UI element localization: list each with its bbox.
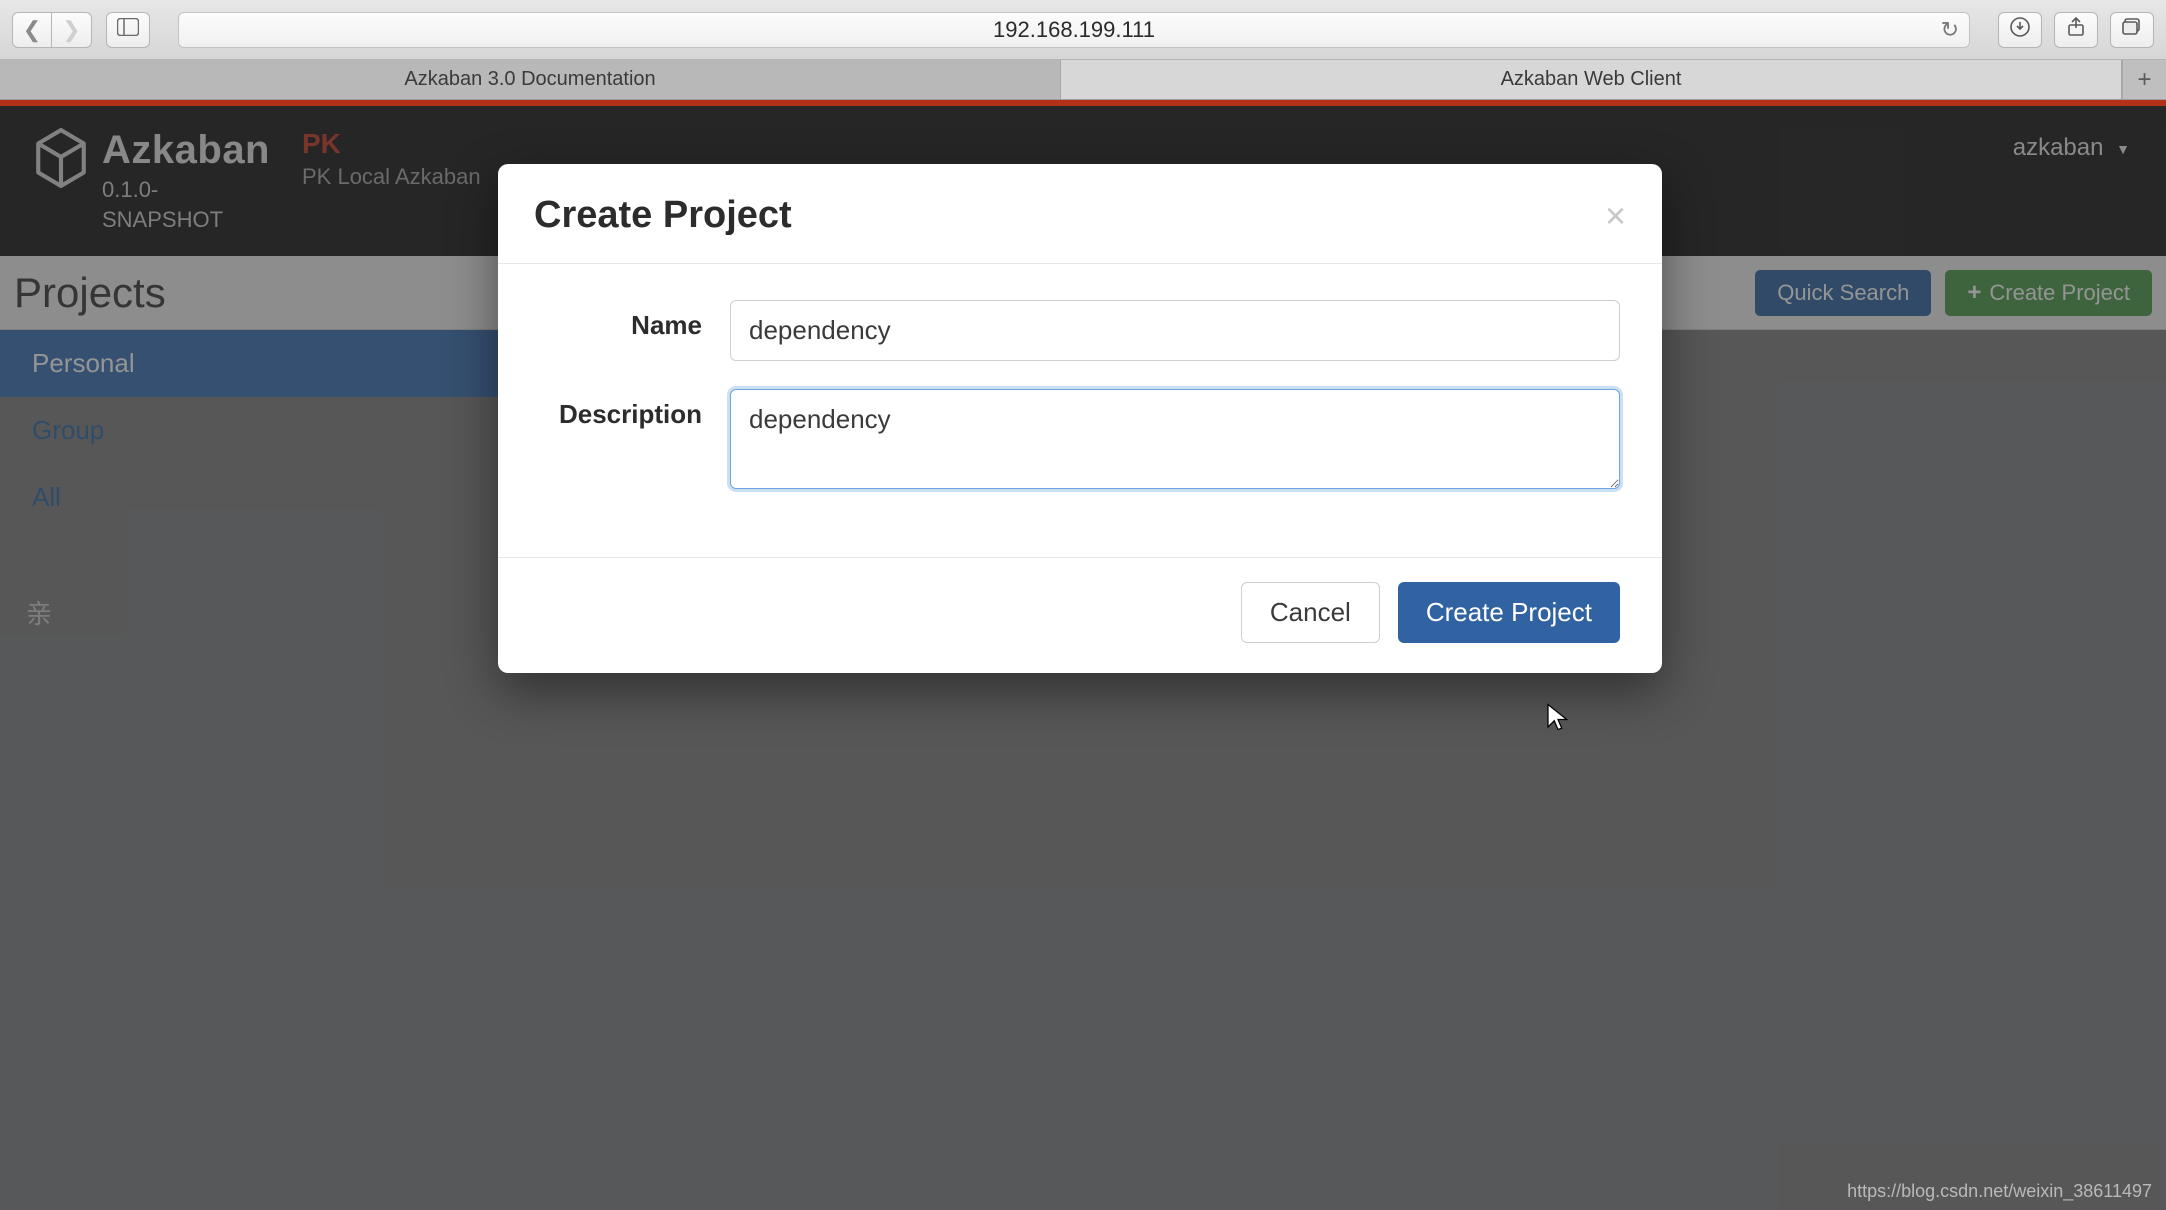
modal-footer: Cancel Create Project — [498, 557, 1662, 673]
share-button[interactable] — [2054, 12, 2098, 48]
nav-button-group: ❮ ❯ — [12, 12, 92, 48]
button-label: Cancel — [1270, 597, 1351, 627]
button-label: Create Project — [1426, 597, 1592, 627]
create-project-modal: Create Project × Name Description depend… — [498, 164, 1662, 673]
reload-icon: ↻ — [1941, 17, 1959, 42]
tab-label: Azkaban 3.0 Documentation — [404, 68, 655, 91]
name-label: Name — [540, 300, 730, 341]
browser-tab-docs[interactable]: Azkaban 3.0 Documentation — [0, 60, 1061, 99]
tabs-icon — [2122, 18, 2142, 42]
modal-body: Name Description dependency — [498, 264, 1662, 557]
reload-button[interactable]: ↻ — [1941, 17, 1959, 43]
description-label: Description — [540, 389, 730, 430]
tabs-button[interactable] — [2110, 12, 2154, 48]
modal-title: Create Project — [534, 194, 792, 237]
back-button[interactable]: ❮ — [12, 12, 52, 48]
close-icon: × — [1605, 195, 1626, 236]
download-icon — [2010, 17, 2030, 43]
chevron-right-icon: ❯ — [62, 17, 80, 43]
cancel-button[interactable]: Cancel — [1241, 582, 1380, 643]
modal-header: Create Project × — [498, 164, 1662, 264]
browser-tab-bar: Azkaban 3.0 Documentation Azkaban Web Cl… — [0, 60, 2166, 100]
form-row-description: Description dependency — [540, 389, 1620, 489]
sidebar-icon — [117, 18, 139, 41]
tab-label: Azkaban Web Client — [1501, 68, 1682, 91]
browser-right-buttons — [1998, 12, 2154, 48]
share-icon — [2067, 17, 2085, 43]
sidebar-toggle-button[interactable] — [106, 12, 150, 48]
browser-toolbar: ❮ ❯ 192.168.199.111 ↻ — [0, 0, 2166, 60]
footer-watermark-url: https://blog.csdn.net/weixin_38611497 — [1847, 1181, 2152, 1202]
chevron-left-icon: ❮ — [23, 17, 41, 43]
url-text: 192.168.199.111 — [993, 17, 1155, 43]
new-tab-button[interactable]: + — [2122, 60, 2166, 99]
url-bar[interactable]: 192.168.199.111 ↻ — [178, 12, 1970, 48]
browser-tab-webclient[interactable]: Azkaban Web Client — [1061, 60, 2122, 99]
name-input[interactable] — [730, 300, 1620, 361]
submit-button[interactable]: Create Project — [1398, 582, 1620, 643]
forward-button[interactable]: ❯ — [52, 12, 92, 48]
downloads-button[interactable] — [1998, 12, 2042, 48]
form-row-name: Name — [540, 300, 1620, 361]
description-input[interactable]: dependency — [730, 389, 1620, 489]
plus-icon: + — [2137, 66, 2151, 94]
modal-close-button[interactable]: × — [1605, 195, 1626, 237]
